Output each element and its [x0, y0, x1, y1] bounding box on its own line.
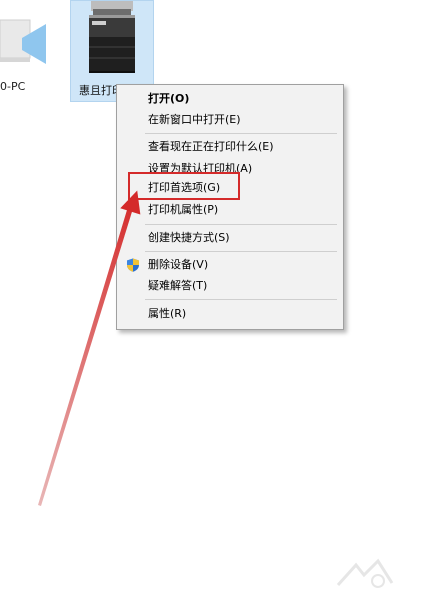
watermark-logo: [336, 558, 394, 588]
menu-item-label: 打开(O): [148, 92, 190, 105]
printer-icon: [89, 1, 135, 73]
menu-item-remove-device[interactable]: 删除设备(V): [117, 254, 343, 276]
menu-item-troubleshoot[interactable]: 疑难解答(T): [117, 275, 343, 297]
menu-item-label: 删除设备(V): [148, 258, 209, 271]
computer-device[interactable]: 0-PC: [0, 0, 50, 100]
menu-separator: [145, 133, 337, 134]
menu-item-label: 属性(R): [148, 307, 187, 320]
menu-item-label: 创建快捷方式(S): [148, 231, 230, 244]
menu-item-label: 打印机属性(P): [148, 203, 219, 216]
menu-item-open[interactable]: 打开(O): [117, 88, 343, 110]
menu-separator: [145, 299, 337, 300]
menu-item-label: 在新窗口中打开(E): [148, 113, 241, 126]
menu-item-printer-properties[interactable]: 打印机属性(P): [117, 199, 343, 221]
menu-separator: [145, 251, 337, 252]
context-menu: 打开(O) 在新窗口中打开(E) 查看现在正在打印什么(E) 设置为默认打印机(…: [116, 84, 344, 330]
shield-icon: [127, 258, 139, 272]
menu-item-label: 查看现在正在打印什么(E): [148, 140, 274, 153]
menu-item-label: 疑难解答(T): [148, 279, 208, 292]
menu-separator: [145, 224, 337, 225]
menu-item-open-new-window[interactable]: 在新窗口中打开(E): [117, 109, 343, 131]
annotation-highlight-box: [128, 172, 240, 200]
menu-item-see-printing[interactable]: 查看现在正在打印什么(E): [117, 136, 343, 158]
menu-item-create-shortcut[interactable]: 创建快捷方式(S): [117, 227, 343, 249]
menu-item-properties[interactable]: 属性(R): [117, 303, 343, 325]
desktop-area: 0-PC 惠且打印 打开(O) 在新窗口中打开(E) 查看现在正在打印什么(E): [0, 0, 435, 600]
computer-icon: [0, 19, 46, 64]
computer-label: 0-PC: [0, 80, 26, 93]
